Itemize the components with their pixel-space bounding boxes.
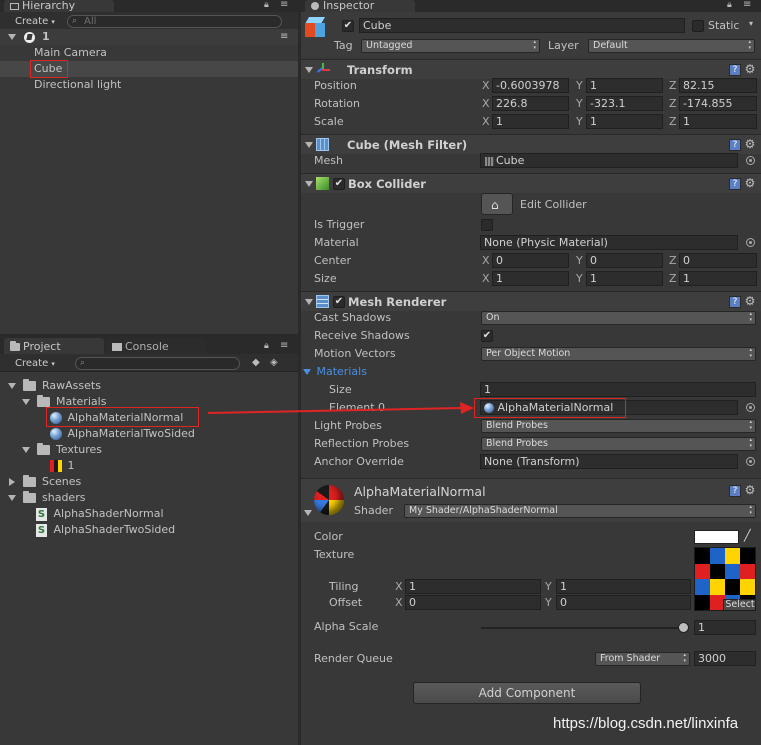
watermark: https://blog.csdn.net/linxinfa [553,715,739,732]
annotation-arrow [207,402,474,414]
